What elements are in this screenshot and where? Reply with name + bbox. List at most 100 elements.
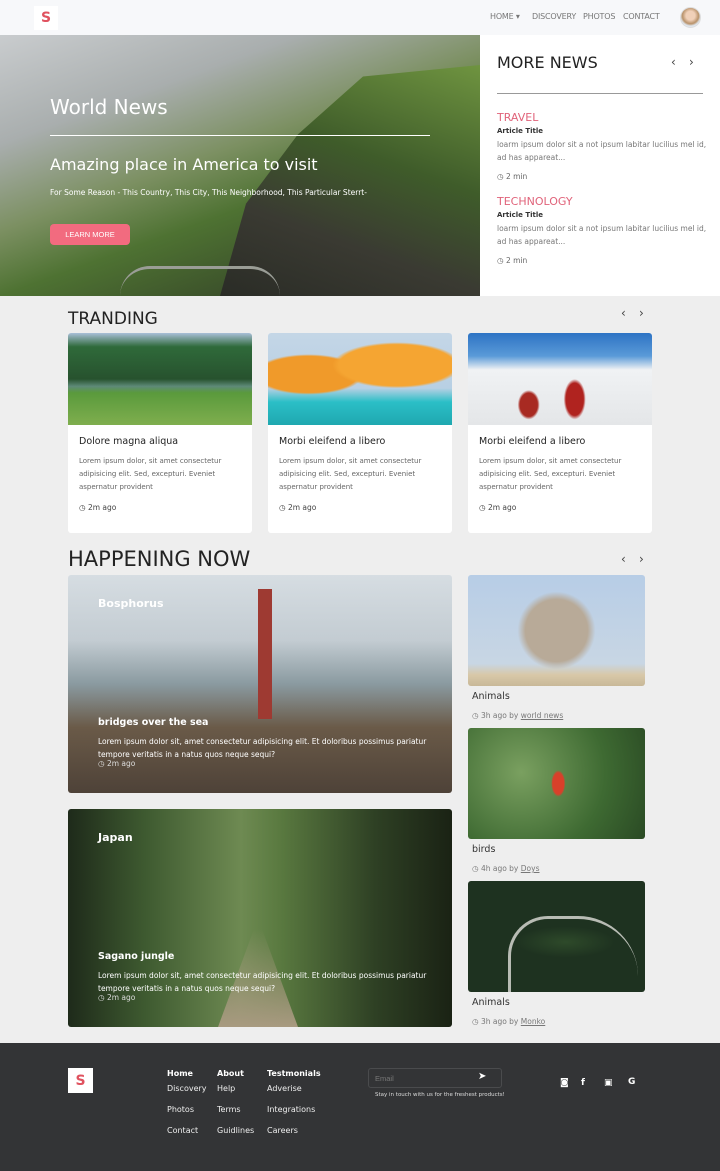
card-time: 2m ago [287, 503, 317, 512]
footer-link[interactable]: Integrations [267, 1105, 315, 1114]
footer-link[interactable]: Careers [267, 1126, 298, 1135]
footer-link[interactable]: Help [217, 1084, 235, 1093]
news-item[interactable]: TRAVEL Article Title loarm ipsum dolor s… [497, 111, 707, 181]
story-time: 2m ago [106, 993, 136, 1002]
chevron-left-icon[interactable]: ‹ [621, 552, 626, 566]
news-desc: loarm ipsum dolor sit a not ipsum labita… [497, 140, 707, 162]
hero-banner: World News Amazing place in America to v… [0, 35, 480, 296]
news-category: TECHNOLOGY [497, 195, 573, 208]
chevron-right-icon[interactable]: › [639, 552, 644, 566]
featured-story[interactable]: Japan Sagano jungle Lorem ipsum dolor si… [68, 809, 452, 1027]
avatar[interactable] [680, 7, 701, 28]
card-title: Dolore magna aliqua [79, 436, 179, 447]
nav-home[interactable]: HOME ▾ [490, 12, 520, 21]
news-time: 2 min [505, 172, 528, 181]
news-item[interactable]: TECHNOLOGY Article Title loarm ipsum dol… [497, 195, 707, 265]
story-time: 2m ago [106, 759, 136, 768]
trending-card[interactable]: Dolore magna aliqua Lorem ipsum dolor, s… [68, 333, 252, 533]
story-desc: Lorem ipsum dolor sit, amet consectetur … [98, 971, 427, 993]
clock-icon: ◷ [98, 993, 105, 1002]
footer-link[interactable]: Adverise [267, 1084, 302, 1093]
news-title: Article Title [497, 211, 544, 219]
trending-card[interactable]: Morbi eleifend a libero Lorem ipsum dolo… [268, 333, 452, 533]
footer-link[interactable]: Terms [217, 1105, 241, 1114]
card-title: Morbi eleifend a libero [479, 436, 586, 447]
chevron-left-icon[interactable]: ‹ [671, 55, 676, 69]
clock-icon: ◷ [479, 503, 486, 512]
clock-icon: ◷ [98, 759, 105, 768]
chevron-right-icon[interactable]: › [689, 55, 694, 69]
clock-icon: ◷ [472, 1017, 479, 1026]
footer-logo[interactable]: S [68, 1068, 93, 1093]
footer-heading[interactable]: Testmonials [267, 1069, 321, 1078]
hero-subtitle: For Some Reason - This Country, This Cit… [50, 188, 367, 197]
footer-heading[interactable]: About [217, 1069, 244, 1078]
clock-icon: ◷ [472, 711, 479, 720]
author-link[interactable]: world news [521, 711, 563, 720]
story-image[interactable] [468, 575, 645, 686]
card-time: 2m ago [487, 503, 517, 512]
story-time: 4h ago by [480, 864, 519, 873]
card-desc: Lorem ipsum dolor, sit amet consectetur … [479, 457, 622, 491]
send-icon[interactable]: ➤ [478, 1071, 486, 1082]
story-title: Animals [472, 691, 510, 702]
card-image [468, 333, 652, 425]
story-title: Sagano jungle [98, 951, 175, 962]
featured-story[interactable]: Bosphorus bridges over the sea Lorem ips… [68, 575, 452, 793]
instagram-icon[interactable]: ◙ [560, 1078, 569, 1088]
more-news-title: MORE NEWS [497, 53, 598, 72]
news-time: 2 min [505, 256, 528, 265]
clock-icon: ◷ [79, 503, 86, 512]
author-link[interactable]: Doys [521, 864, 540, 873]
clock-icon: ◷ [497, 172, 504, 181]
story-time: 3h ago by [480, 711, 519, 720]
card-desc: Lorem ipsum dolor, sit amet consectetur … [79, 457, 222, 491]
learn-more-button[interactable]: LEARN MORE [50, 224, 130, 245]
twitter-icon[interactable]: ▣ [604, 1078, 613, 1088]
logo[interactable]: S [34, 6, 58, 30]
clock-icon: ◷ [497, 256, 504, 265]
footer-link[interactable]: Photos [167, 1105, 194, 1114]
story-location: Bosphorus [98, 597, 164, 610]
bridge-tower [258, 589, 272, 719]
footer-heading[interactable]: Home [167, 1069, 193, 1078]
chevron-left-icon[interactable]: ‹ [621, 306, 626, 320]
nav-discovery[interactable]: DISCOVERY [532, 12, 576, 21]
hero-headline: Amazing place in America to visit [50, 155, 318, 174]
story-location: Japan [98, 831, 133, 844]
nav-contact[interactable]: CONTACT [623, 12, 660, 21]
card-image [268, 333, 452, 425]
trending-card[interactable]: Morbi eleifend a libero Lorem ipsum dolo… [468, 333, 652, 533]
nav-photos[interactable]: PHOTOS [583, 12, 615, 21]
footer-link[interactable]: Discovery [167, 1084, 207, 1093]
card-time: 2m ago [87, 503, 117, 512]
card-image [68, 333, 252, 425]
facebook-icon[interactable]: f [581, 1078, 585, 1088]
news-category: TRAVEL [497, 111, 539, 124]
hero-image [220, 65, 480, 296]
newsletter-tagline: Stay in touch with us for the freshest p… [375, 1092, 505, 1098]
hero-title: World News [50, 95, 168, 119]
story-image[interactable] [468, 728, 645, 839]
footer-link[interactable]: Contact [167, 1126, 198, 1135]
trending-title: TRANDING [68, 309, 158, 329]
google-icon[interactable]: G [628, 1077, 635, 1087]
author-link[interactable]: Monko [521, 1017, 545, 1026]
clock-icon: ◷ [472, 864, 479, 873]
story-title: bridges over the sea [98, 717, 209, 728]
story-time: 3h ago by [480, 1017, 519, 1026]
more-news-panel: MORE NEWS ‹ › TRAVEL Article Title loarm… [480, 35, 720, 296]
footer-link[interactable]: Guidlines [217, 1126, 254, 1135]
divider [50, 135, 430, 136]
clock-icon: ◷ [279, 503, 286, 512]
happening-title: HAPPENING NOW [68, 547, 251, 571]
story-title: birds [472, 844, 496, 855]
story-desc: Lorem ipsum dolor sit, amet consectetur … [98, 737, 427, 759]
story-image[interactable] [468, 881, 645, 992]
footer [0, 1043, 720, 1171]
winding-road [508, 916, 638, 992]
hero-road [120, 266, 280, 296]
card-desc: Lorem ipsum dolor, sit amet consectetur … [279, 457, 422, 491]
chevron-right-icon[interactable]: › [639, 306, 644, 320]
news-desc: loarm ipsum dolor sit a not ipsum labita… [497, 224, 707, 246]
